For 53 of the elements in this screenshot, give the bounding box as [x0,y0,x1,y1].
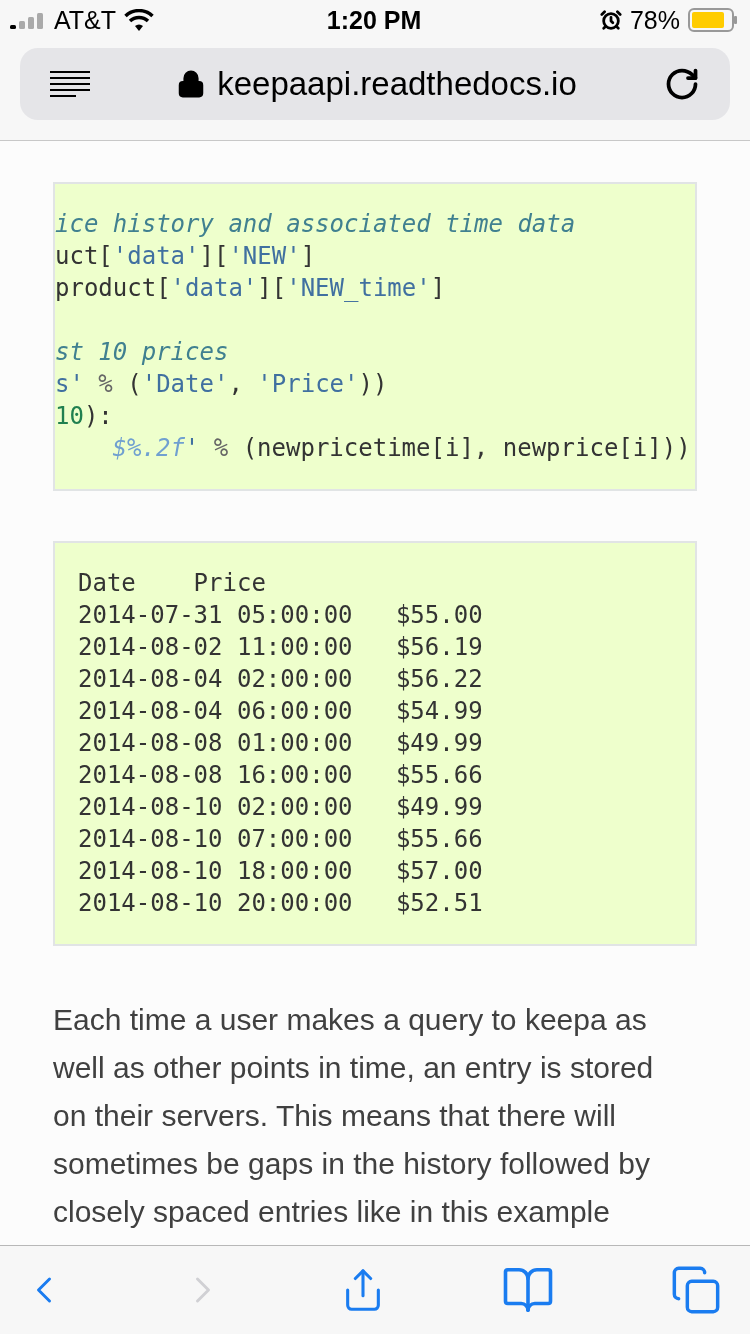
code-token: ' [184,434,200,462]
code-token: [ [156,274,171,302]
code-token: 10 [55,402,84,430]
output-line: 2014-08-08 01:00:00 $49.99 [78,728,483,759]
code-token: 'Price' [257,370,359,398]
tabs-icon [670,1264,722,1316]
tabs-button[interactable] [670,1264,722,1316]
code-token: ][ [199,242,229,270]
carrier-name: AT&T [54,5,117,35]
code-token: % [212,434,230,462]
code-token: [ [98,242,113,270]
code-token: st 10 prices [55,338,229,366]
code-token: uct [55,242,99,270]
output-line: 2014-08-10 07:00:00 $55.66 [78,824,483,855]
code-token: ice history and associated time data [55,210,576,238]
alarm-icon [599,9,622,31]
code-token: 'data' [112,242,200,270]
output-line: 2014-08-10 02:00:00 $49.99 [78,792,483,823]
output-line: 2014-08-10 18:00:00 $57.00 [78,856,483,887]
output-line: 2014-08-04 02:00:00 $56.22 [78,664,483,695]
code-token: )) [358,370,388,398]
reload-icon[interactable] [664,66,700,102]
lock-icon [177,70,206,98]
url-text: keepaapi.readthedocs.io [217,65,577,103]
code-token: ] [300,242,316,270]
output-line: 2014-07-31 05:00:00 $55.00 [78,600,483,631]
code-token: 'Date' [141,370,229,398]
paragraph: Each time a user makes a query to keepa as well as other points in time, an entry is stored on their servers. This means that there will sometimes be gaps in the history followed by closely spaced entries like in this example [53,1002,655,1230]
output-line: Date Price [78,568,266,599]
battery-percent: 78% [629,5,680,35]
code-token: % [97,370,114,398]
code-token: 'NEW_time' [286,274,431,302]
code-token: s' [55,370,84,398]
output-line: 2014-08-04 06:00:00 $54.99 [78,696,483,727]
reader-icon[interactable] [50,70,90,98]
code-token: 'data' [170,274,258,302]
output-line: 2014-08-08 16:00:00 $55.66 [78,760,483,791]
code-token: ): [83,402,113,430]
code-token: (newpricetime[i], newprice[i])) [242,434,691,462]
output-line: 2014-08-10 20:00:00 $52.51 [78,888,483,919]
wifi-icon [124,9,155,31]
code-token: ( [127,370,142,398]
code-token: ][ [257,274,287,302]
battery-icon [688,8,738,32]
output-line: 2014-08-02 11:00:00 $56.19 [78,632,483,663]
address-bar[interactable]: keepaapi.readthedocs.io [20,48,730,120]
code-token: ] [430,274,446,302]
signal-icon [10,11,46,29]
code-token: , [228,370,244,398]
code-token: product [55,274,157,302]
clock-time: 1:20 PM [326,5,422,35]
code-token: $%.2f [112,434,185,462]
code-token: 'NEW' [228,242,301,270]
